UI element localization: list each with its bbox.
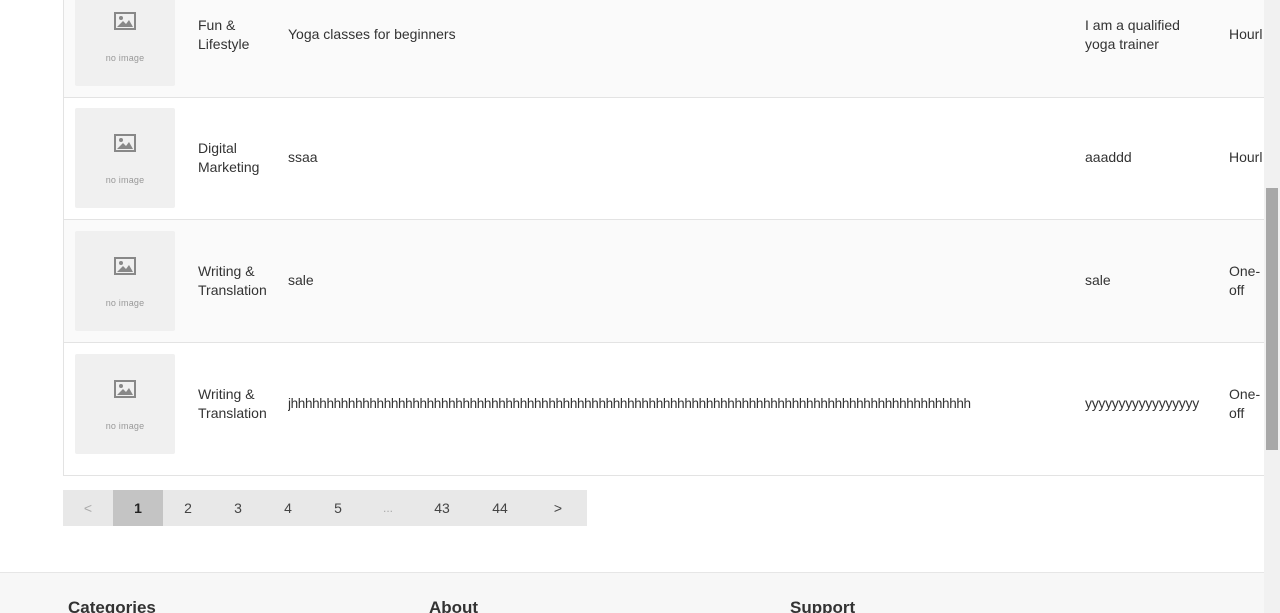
category-cell: Fun & Lifestyle [198,17,250,52]
footer-heading-categories: Categories [68,598,156,613]
pagination-ellipsis: ... [363,490,413,526]
no-image-label: no image [105,175,145,185]
page-button-2[interactable]: 2 [163,490,213,526]
page-button-5[interactable]: 5 [313,490,363,526]
table-row[interactable]: no image Digital Marketing ssaa aaaddd H… [64,97,1264,220]
page-button-43[interactable]: 43 [413,490,471,526]
description-cell: yyyyyyyyyyyyyyyyy [1085,395,1199,411]
thumbnail-placeholder: no image [75,231,175,331]
type-cell: Hourl [1229,26,1263,42]
no-image-label: no image [105,298,145,308]
title-cell[interactable]: jhhhhhhhhhhhhhhhhhhhhhhhhhhhhhhhhhhhhhhh… [288,394,1078,413]
footer-heading-about: About [429,598,479,613]
table-row[interactable]: no image Fun & Lifestyle Yoga classes fo… [64,0,1264,98]
page-button-3[interactable]: 3 [213,490,263,526]
page-button-44[interactable]: 44 [471,490,529,526]
footer-heading-support: Support [790,598,856,613]
description-cell: sale [1085,272,1111,288]
title-cell[interactable]: ssaa [288,148,1068,167]
thumbnail-placeholder: no image [75,108,175,208]
thumbnail-placeholder: no image [75,0,175,86]
page-button-4[interactable]: 4 [263,490,313,526]
footer: Categories About Support [0,572,1264,613]
image-icon [114,134,136,152]
page-viewport: no image Fun & Lifestyle Yoga classes fo… [0,0,1264,613]
type-cell: Hourl [1229,149,1263,165]
title-cell[interactable]: sale [288,271,1068,290]
category-cell: Writing & Translation [198,386,267,421]
image-icon [114,12,136,30]
title-cell[interactable]: Yoga classes for beginners [288,25,1068,44]
type-cell: One-off [1229,263,1261,298]
page-button-1[interactable]: 1 [113,490,163,526]
thumbnail-placeholder: no image [75,354,175,454]
image-icon [114,380,136,398]
no-image-label: no image [105,421,145,431]
next-page-button[interactable]: > [529,490,587,526]
description-cell: aaaddd [1085,149,1132,165]
type-cell: One-off [1229,386,1261,421]
description-cell: I am a qualified yoga trainer [1085,17,1180,52]
table-row[interactable]: no image Writing & Translation jhhhhhhhh… [64,343,1264,465]
vertical-scrollbar[interactable] [1264,0,1280,613]
image-icon [114,257,136,275]
pagination: < 1 2 3 4 5 ... 43 44 > [63,490,587,526]
no-image-label: no image [105,53,145,63]
category-cell: Digital Marketing [198,140,260,175]
listings-table: no image Fun & Lifestyle Yoga classes fo… [63,0,1264,476]
category-cell: Writing & Translation [198,263,267,298]
table-row[interactable]: no image Writing & Translation sale sale… [64,220,1264,343]
prev-page-button[interactable]: < [63,490,113,526]
scrollbar-thumb[interactable] [1266,188,1278,450]
